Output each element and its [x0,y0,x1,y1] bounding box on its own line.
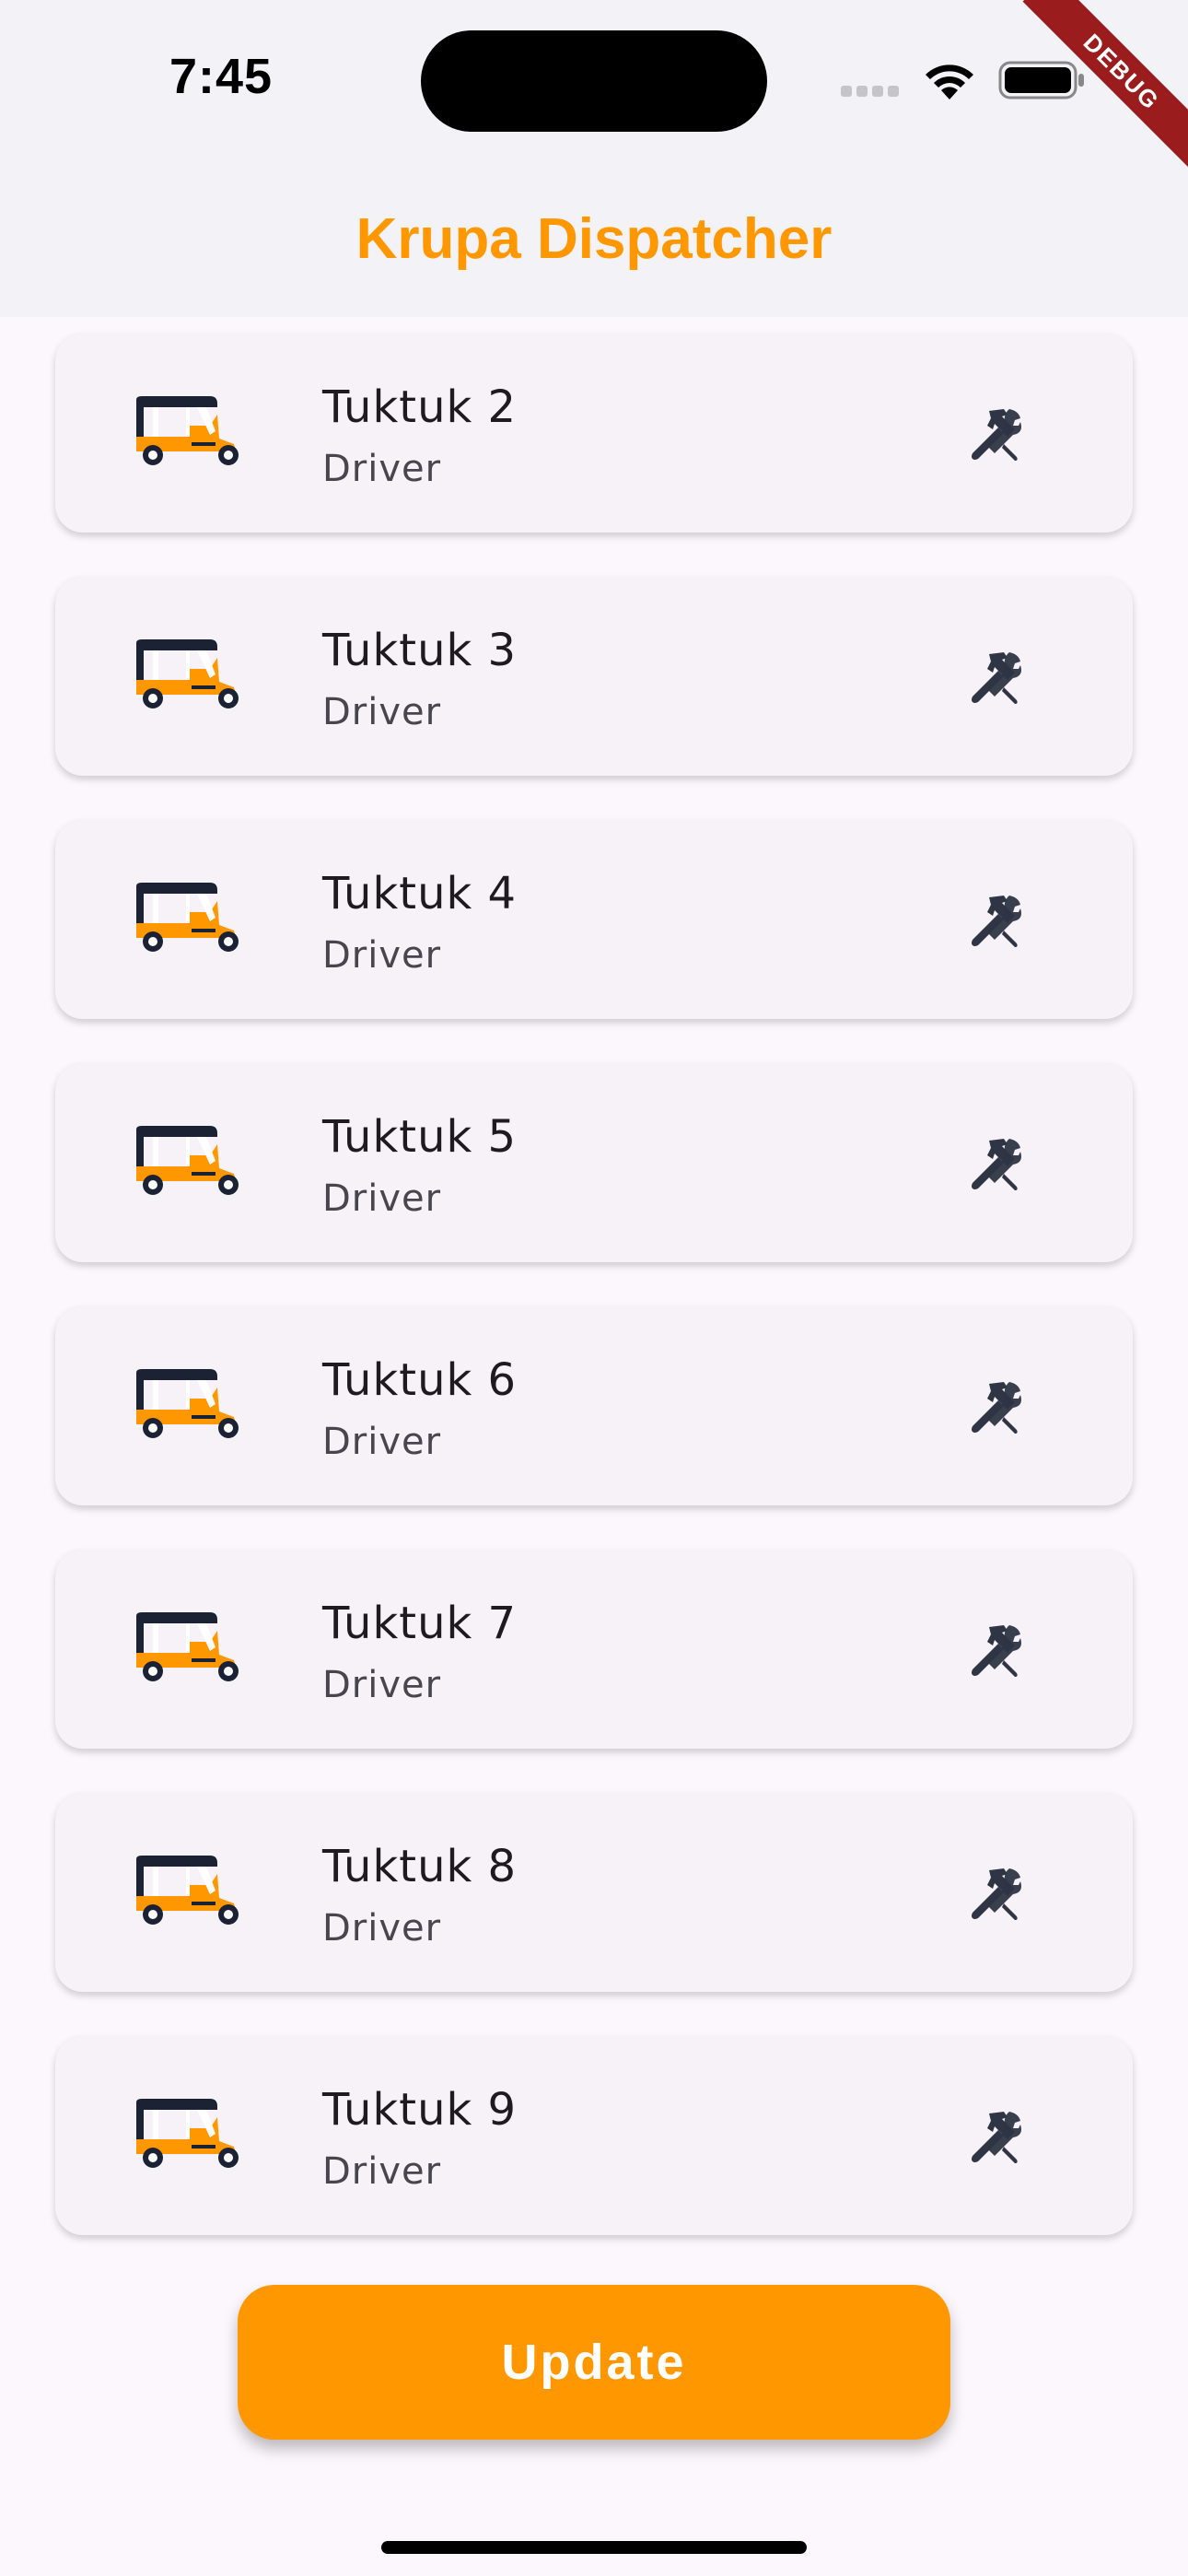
dynamic-island [421,30,767,132]
update-button[interactable]: Update [238,2285,950,2440]
status-time: 7:45 [169,49,274,104]
vehicle-role: Driver [322,1421,442,1463]
vehicle-role: Driver [322,1177,442,1220]
vehicle-name: Tuktuk 8 [322,1841,518,1892]
vehicle-card[interactable]: Tuktuk 4 Driver [55,820,1133,1019]
vehicle-name: Tuktuk 7 [322,1598,518,1649]
tools-icon[interactable] [967,1622,1026,1680]
vehicle-card[interactable]: Tuktuk 9 Driver [55,2036,1133,2235]
vehicle-role: Driver [322,1664,442,1706]
vehicle-role: Driver [322,1907,442,1950]
tools-icon[interactable] [967,1135,1026,1194]
tuktuk-icon [136,1856,239,1925]
tuktuk-icon [136,2099,239,2168]
vehicle-name: Tuktuk 3 [322,625,518,676]
vehicle-name: Tuktuk 6 [322,1354,518,1406]
tools-icon[interactable] [967,649,1026,708]
vehicle-card[interactable]: Tuktuk 7 Driver [55,1550,1133,1749]
tuktuk-icon [136,1612,239,1681]
tuktuk-icon [136,639,239,708]
vehicle-name: Tuktuk 4 [322,868,518,919]
vehicle-card[interactable]: Tuktuk 8 Driver [55,1793,1133,1992]
tools-icon[interactable] [967,892,1026,951]
vehicle-role: Driver [322,448,442,490]
vehicle-role: Driver [322,691,442,733]
vehicle-role: Driver [322,934,442,977]
vehicle-name: Tuktuk 5 [322,1111,518,1163]
vehicle-name: Tuktuk 2 [322,381,518,433]
vehicle-card[interactable]: Tuktuk 3 Driver [55,577,1133,776]
tools-icon[interactable] [967,1865,1026,1924]
tuktuk-icon [136,1369,239,1438]
tools-icon[interactable] [967,2108,1026,2167]
home-indicator[interactable] [381,2541,807,2554]
vehicle-name: Tuktuk 9 [322,2084,518,2136]
tools-icon[interactable] [967,405,1026,464]
vehicle-card[interactable]: Tuktuk 5 Driver [55,1063,1133,1262]
tuktuk-icon [136,1126,239,1195]
vehicle-card[interactable]: Tuktuk 2 Driver [55,334,1133,533]
debug-banner: DEBUG [967,0,1188,221]
tuktuk-icon [136,883,239,952]
vehicle-role: Driver [322,2150,442,2193]
vehicle-card[interactable]: Tuktuk 6 Driver [55,1306,1133,1505]
cellular-signal-icon [841,85,903,101]
debug-label: DEBUG [1022,0,1188,171]
tools-icon[interactable] [967,1378,1026,1437]
tuktuk-icon [136,396,239,465]
